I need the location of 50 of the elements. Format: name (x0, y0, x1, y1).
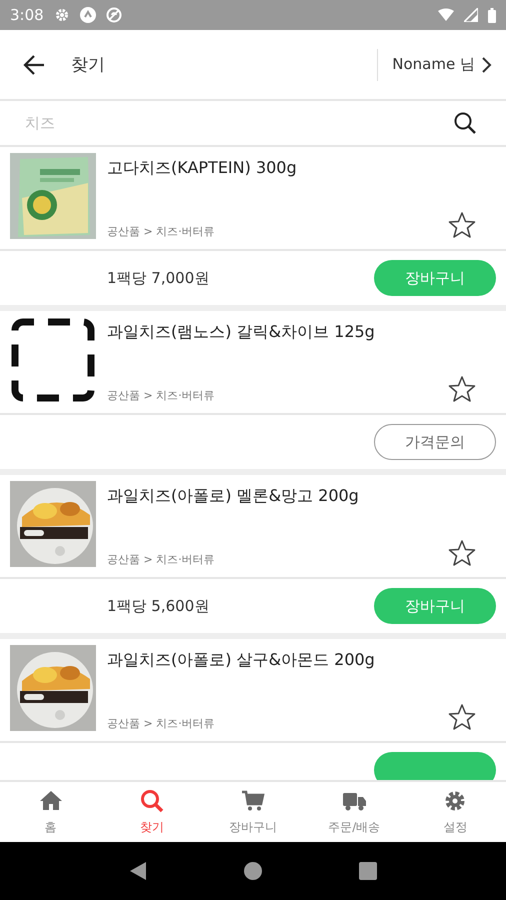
favorite-button[interactable] (448, 539, 476, 567)
chevron-right-icon (481, 56, 492, 74)
page-title: 찾기 (71, 54, 106, 76)
product-category: 공산품 > 치즈·버터류 (107, 552, 216, 567)
price-inquiry-button[interactable]: 가격문의 (374, 424, 496, 460)
search-button[interactable] (454, 112, 476, 134)
search-field[interactable]: 치즈 (25, 108, 444, 138)
star-icon (448, 539, 476, 567)
product-category: 공산품 > 치즈·버터류 (107, 224, 216, 239)
product-category: 공산품 > 치즈·버터류 (107, 716, 216, 731)
product-name: 과일치즈(램노스) 갈릭&차이브 125g (107, 322, 376, 343)
home-icon (38, 788, 63, 812)
product-name: 과일치즈(아폴로) 살구&아몬드 200g (107, 650, 376, 671)
nav-tab[interactable]: 설정 (404, 782, 506, 842)
nav-tab[interactable]: 장바구니 (202, 782, 304, 842)
favorite-button[interactable] (448, 703, 476, 731)
clock: 3:08 (10, 6, 44, 24)
add-to-cart-button[interactable]: 장바구니 (374, 588, 496, 624)
sync-icon (106, 7, 122, 23)
battery-icon (488, 8, 496, 22)
product-name: 고다치즈(KAPTEIN) 300g (107, 158, 298, 179)
signal-icon (464, 8, 478, 22)
cart-icon (241, 788, 265, 812)
back-arrow-icon (23, 54, 45, 76)
product-price: 1팩당 5,600원 (107, 596, 210, 616)
star-icon (448, 375, 476, 403)
image-placeholder-icon (10, 317, 96, 403)
search-icon (140, 788, 164, 812)
nav-tab[interactable]: 홈 (0, 782, 102, 842)
gear-icon (54, 7, 70, 23)
product-category: 공산품 > 치즈·버터류 (107, 388, 216, 403)
notification-icon (80, 7, 96, 23)
star-icon (448, 703, 476, 731)
product-price: 1팩당 7,000원 (107, 268, 210, 288)
settings-icon (443, 788, 468, 812)
recents-button[interactable] (358, 861, 378, 881)
product-name: 과일치즈(아폴로) 멜론&망고 200g (107, 486, 360, 507)
star-icon (448, 211, 476, 239)
back-button[interactable] (23, 54, 45, 76)
recents-icon (358, 861, 378, 881)
nav-tab[interactable]: 찾기 (101, 782, 202, 842)
favorite-button[interactable] (448, 375, 476, 403)
add-to-cart-button[interactable]: 장바구니 (374, 260, 496, 296)
nav-tab[interactable]: 주문/배송 (304, 782, 405, 842)
search-icon (454, 112, 476, 134)
favorite-button[interactable] (448, 211, 476, 239)
back-button[interactable] (128, 861, 148, 881)
back-icon (128, 861, 148, 881)
user-link[interactable]: Noname 님 (377, 48, 506, 80)
wifi-icon (438, 8, 454, 22)
